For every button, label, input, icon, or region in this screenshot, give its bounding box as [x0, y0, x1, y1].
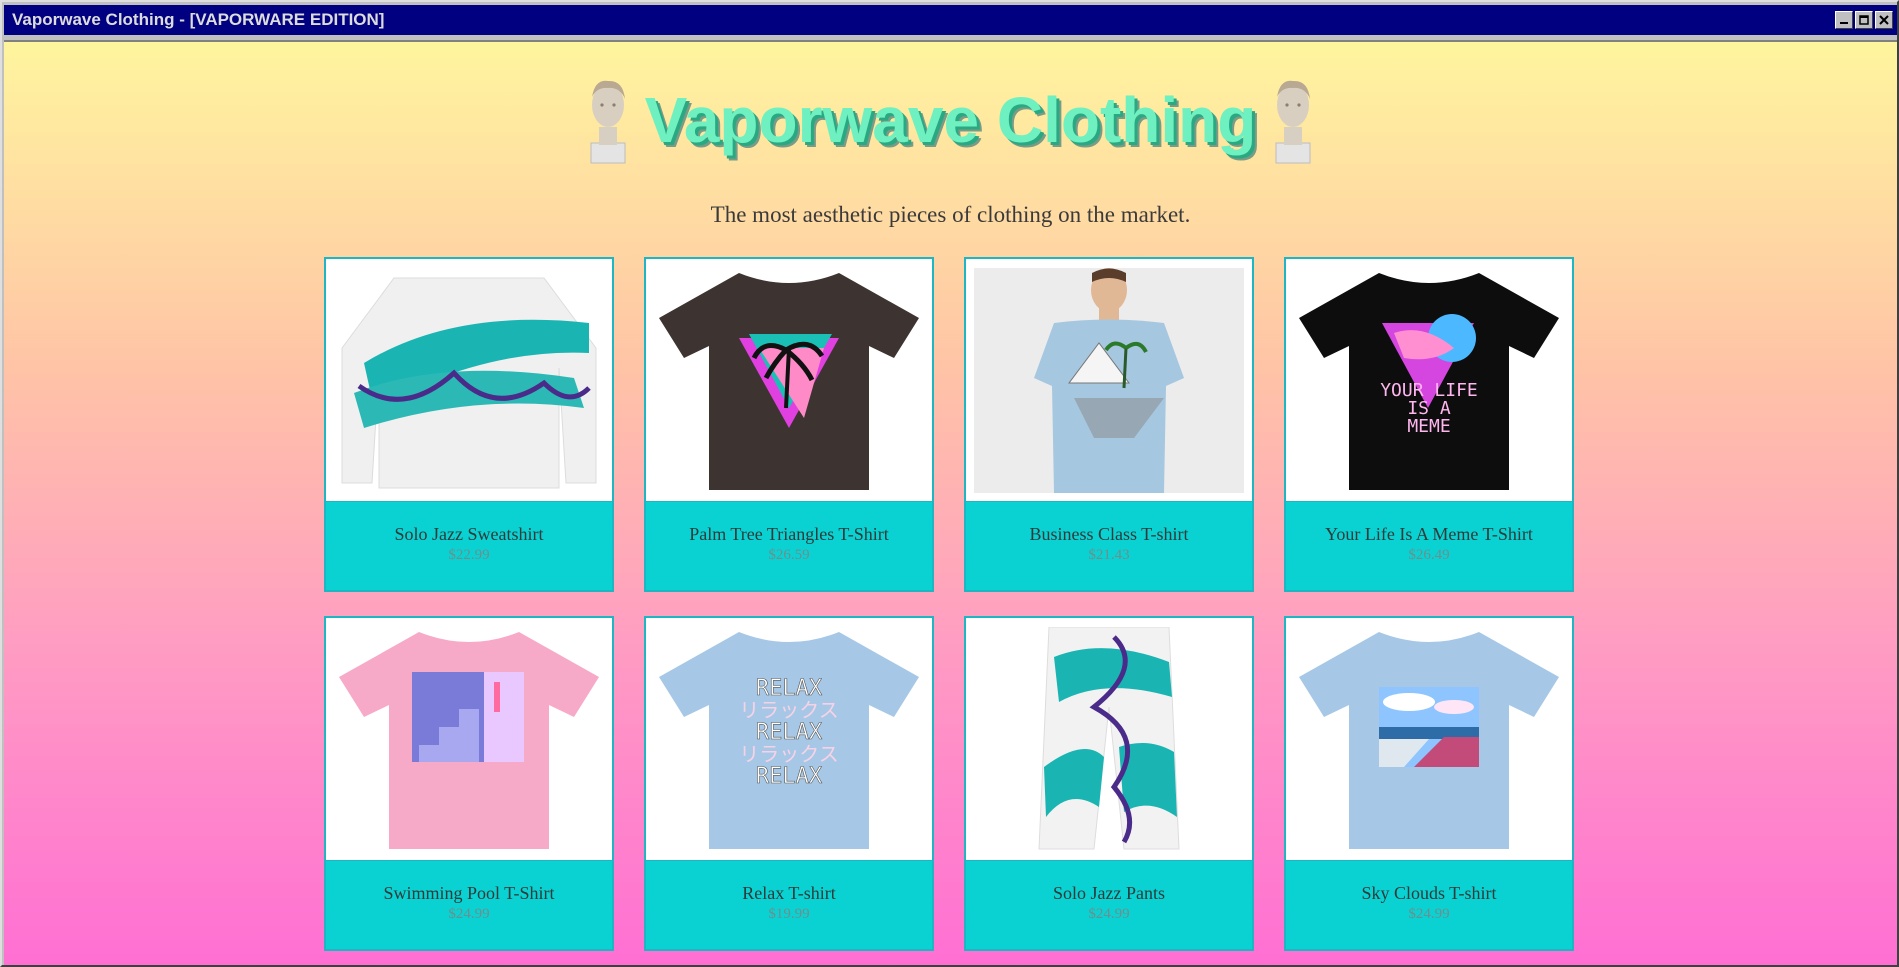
- product-info: Solo Jazz Pants $24.99: [966, 861, 1252, 949]
- maximize-icon: [1859, 15, 1869, 25]
- product-price: $22.99: [448, 547, 490, 563]
- sweatshirt-image: [341, 277, 597, 488]
- minimize-button[interactable]: [1835, 11, 1853, 29]
- product-grid: Solo Jazz Sweatshirt $22.99 Palm Tree Tr…: [324, 257, 1574, 951]
- site-logo-title[interactable]: Vaporwave Clothing: [645, 83, 1257, 157]
- tshirt-image: [974, 267, 1244, 493]
- product-card[interactable]: Business Class T-shirt $21.43: [964, 257, 1254, 592]
- tshirt-image: [659, 272, 919, 490]
- product-image[interactable]: RELAX リラックス RELAX リラックス RELAX: [646, 618, 932, 861]
- product-name[interactable]: Sky Clouds T-shirt: [1286, 883, 1572, 904]
- close-icon: [1879, 15, 1889, 25]
- product-card[interactable]: Sky Clouds T-shirt $24.99: [1284, 616, 1574, 951]
- product-card[interactable]: RELAX リラックス RELAX リラックス RELAX Relax T-sh…: [644, 616, 934, 951]
- page-content[interactable]: Vaporwave Clothing The most aesthetic pi…: [4, 40, 1897, 965]
- product-info: Swimming Pool T-Shirt $24.99: [326, 861, 612, 949]
- product-image[interactable]: [326, 618, 612, 861]
- product-name[interactable]: Solo Jazz Pants: [966, 883, 1252, 904]
- product-price: $19.99: [768, 906, 810, 922]
- title-bar[interactable]: Vaporwave Clothing - [VAPORWARE EDITION]: [4, 5, 1897, 35]
- close-button[interactable]: [1875, 11, 1893, 29]
- product-info: Your Life Is A Meme T-Shirt $26.49: [1286, 502, 1572, 590]
- product-image[interactable]: YOUR LIFE IS A MEME: [1286, 259, 1572, 502]
- window-controls: [1835, 11, 1893, 29]
- svg-text:リラックス: リラックス: [739, 698, 838, 722]
- tshirt-image: [1299, 631, 1559, 849]
- product-price: $24.99: [1408, 906, 1450, 922]
- maximize-button[interactable]: [1855, 11, 1873, 29]
- tshirt-image: YOUR LIFE IS A MEME: [1299, 272, 1559, 490]
- product-card[interactable]: Solo Jazz Sweatshirt $22.99: [324, 257, 614, 592]
- product-name[interactable]: Business Class T-shirt: [966, 524, 1252, 545]
- product-card[interactable]: Palm Tree Triangles T-Shirt $26.59: [644, 257, 934, 592]
- pants-image: [1038, 626, 1180, 849]
- product-card[interactable]: Swimming Pool T-Shirt $24.99: [324, 616, 614, 951]
- product-image[interactable]: [1286, 618, 1572, 861]
- product-image[interactable]: [326, 259, 612, 502]
- product-info: Solo Jazz Sweatshirt $22.99: [326, 502, 612, 590]
- product-card[interactable]: Solo Jazz Pants $24.99: [964, 616, 1254, 951]
- window-title: Vaporwave Clothing - [VAPORWARE EDITION]: [12, 10, 385, 29]
- statue-bust-icon: [590, 80, 626, 164]
- svg-text:RELAX: RELAX: [756, 764, 823, 789]
- product-name[interactable]: Your Life Is A Meme T-Shirt: [1286, 524, 1572, 545]
- product-info: Sky Clouds T-shirt $24.99: [1286, 861, 1572, 949]
- product-info: Palm Tree Triangles T-Shirt $26.59: [646, 502, 932, 590]
- product-info: Relax T-shirt $19.99: [646, 861, 932, 949]
- product-image[interactable]: [966, 259, 1252, 502]
- product-image[interactable]: [646, 259, 932, 502]
- product-name[interactable]: Swimming Pool T-Shirt: [326, 883, 612, 904]
- product-name[interactable]: Relax T-shirt: [646, 883, 932, 904]
- product-price: $24.99: [1088, 906, 1130, 922]
- product-name[interactable]: Palm Tree Triangles T-Shirt: [646, 524, 932, 545]
- app-window: Vaporwave Clothing - [VAPORWARE EDITION]…: [0, 0, 1899, 967]
- product-card[interactable]: YOUR LIFE IS A MEME Your Life Is A Meme …: [1284, 257, 1574, 592]
- statue-bust-icon: [1275, 80, 1311, 164]
- minimize-icon: [1840, 22, 1848, 24]
- product-price: $21.43: [1088, 547, 1130, 563]
- svg-text:MEME: MEME: [1407, 416, 1450, 437]
- product-price: $26.49: [1408, 547, 1450, 563]
- product-price: $24.99: [448, 906, 490, 922]
- svg-text:リラックス: リラックス: [739, 742, 838, 766]
- product-price: $26.59: [768, 547, 810, 563]
- product-name[interactable]: Solo Jazz Sweatshirt: [326, 524, 612, 545]
- site-tagline: The most aesthetic pieces of clothing on…: [710, 202, 1191, 227]
- product-info: Business Class T-shirt $21.43: [966, 502, 1252, 590]
- tshirt-image: [339, 631, 599, 849]
- tshirt-image: RELAX リラックス RELAX リラックス RELAX: [659, 631, 919, 849]
- site-header: Vaporwave Clothing: [4, 70, 1897, 170]
- product-image[interactable]: [966, 618, 1252, 861]
